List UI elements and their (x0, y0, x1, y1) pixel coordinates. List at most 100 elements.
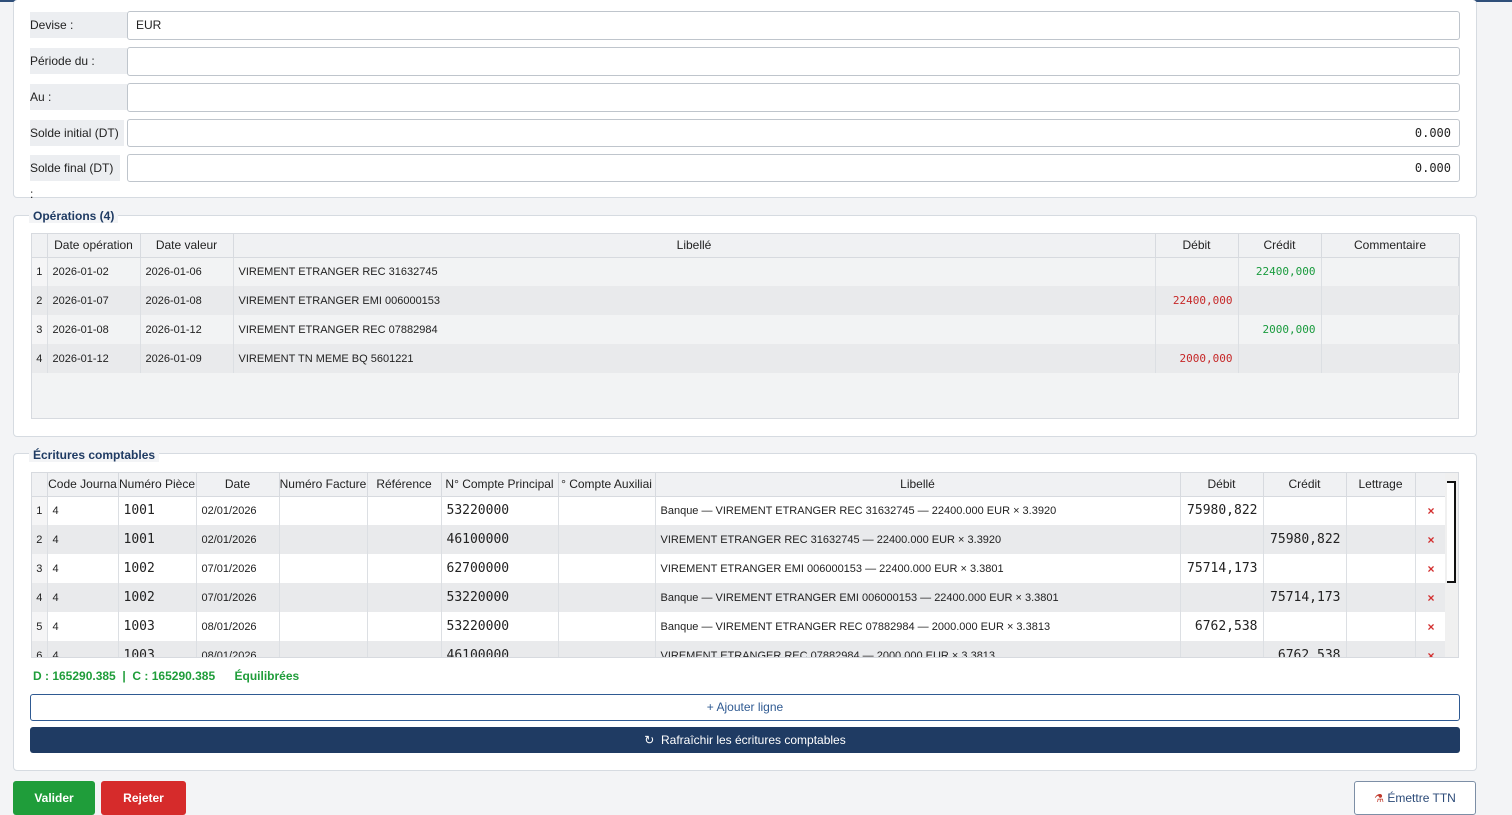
cell-compte-principal[interactable]: 53220000 (441, 496, 559, 525)
cell-libelle[interactable]: VIREMENT ETRANGER REC 07882984 (233, 315, 1156, 344)
col-header-commentaire[interactable]: Commentaire (1321, 234, 1460, 258)
cell-code-journal[interactable]: 4 (47, 641, 119, 657)
table-row[interactable]: 1 2026-01-02 2026-01-06 VIREMENT ETRANGE… (32, 257, 1460, 286)
col-header-credit[interactable]: Crédit (1263, 473, 1347, 497)
delete-row-icon[interactable]: × (1415, 583, 1448, 612)
cell-libelle[interactable]: Banque — VIREMENT ETRANGER EMI 006000153… (655, 583, 1181, 612)
cell-date[interactable]: 07/01/2026 (196, 554, 280, 583)
col-header-debit[interactable]: Débit (1180, 473, 1264, 497)
col-header-numero-piece[interactable]: Numéro Pièce (118, 473, 197, 497)
col-header-credit[interactable]: Crédit (1238, 234, 1322, 258)
cell-commentaire[interactable] (1321, 315, 1460, 344)
col-header-compte-principal[interactable]: N° Compte Principal (441, 473, 559, 497)
cell-numero-facture[interactable] (279, 641, 368, 657)
cell-credit[interactable]: 6762,538 (1263, 641, 1347, 657)
cell-credit[interactable]: 75714,173 (1263, 583, 1347, 612)
cell-reference[interactable] (367, 525, 442, 554)
cell-date[interactable]: 02/01/2026 (196, 496, 280, 525)
table-row[interactable]: 6 4 1003 08/01/2026 46100000 VIREMENT ET… (32, 641, 1448, 657)
cell-date-operation[interactable]: 2026-01-02 (47, 257, 141, 286)
cell-date[interactable]: 08/01/2026 (196, 641, 280, 657)
reject-button[interactable]: Rejeter (101, 781, 186, 815)
cell-credit[interactable] (1263, 554, 1347, 583)
cell-libelle[interactable]: VIREMENT ETRANGER REC 07882984 — 2000.00… (655, 641, 1181, 657)
cell-numero-facture[interactable] (279, 554, 368, 583)
cell-debit[interactable] (1180, 525, 1264, 554)
col-header-date[interactable]: Date (196, 473, 280, 497)
col-header-numero-facture[interactable]: Numéro Facture (279, 473, 368, 497)
cell-compte-auxiliaire[interactable] (558, 583, 656, 612)
cell-date[interactable]: 02/01/2026 (196, 525, 280, 554)
cell-numero-piece[interactable]: 1001 (118, 525, 197, 554)
cell-date-operation[interactable]: 2026-01-08 (47, 315, 141, 344)
table-row[interactable]: 5 4 1003 08/01/2026 53220000 Banque — VI… (32, 612, 1448, 641)
cell-credit[interactable] (1238, 286, 1322, 315)
cell-reference[interactable] (367, 612, 442, 641)
cell-reference[interactable] (367, 496, 442, 525)
devise-field[interactable]: EUR (127, 11, 1460, 40)
cell-numero-piece[interactable]: 1002 (118, 554, 197, 583)
cell-lettrage[interactable] (1346, 612, 1416, 641)
col-header-date-valeur[interactable]: Date valeur (140, 234, 234, 258)
cell-code-journal[interactable]: 4 (47, 583, 119, 612)
cell-compte-auxiliaire[interactable] (558, 641, 656, 657)
validate-button[interactable]: Valider (13, 781, 95, 815)
table-row[interactable]: 1 4 1001 02/01/2026 53220000 Banque — VI… (32, 496, 1448, 525)
cell-compte-auxiliaire[interactable] (558, 496, 656, 525)
delete-row-icon[interactable]: × (1415, 612, 1448, 641)
cell-libelle[interactable]: Banque — VIREMENT ETRANGER REC 31632745 … (655, 496, 1181, 525)
col-header-code-journal[interactable]: Code Journa (47, 473, 119, 497)
cell-reference[interactable] (367, 583, 442, 612)
cell-debit[interactable] (1155, 315, 1239, 344)
cell-date[interactable]: 08/01/2026 (196, 612, 280, 641)
cell-debit[interactable]: 6762,538 (1180, 612, 1264, 641)
col-header-debit[interactable]: Débit (1155, 234, 1239, 258)
table-row[interactable]: 4 4 1002 07/01/2026 53220000 Banque — VI… (32, 583, 1448, 612)
cell-debit[interactable]: 75980,822 (1180, 496, 1264, 525)
cell-lettrage[interactable] (1346, 583, 1416, 612)
col-header-libelle[interactable]: Libellé (233, 234, 1156, 258)
cell-date-operation[interactable]: 2026-01-07 (47, 286, 141, 315)
cell-debit[interactable]: 75714,173 (1180, 554, 1264, 583)
cell-code-journal[interactable]: 4 (47, 496, 119, 525)
col-header-libelle[interactable]: Libellé (655, 473, 1181, 497)
cell-libelle[interactable]: VIREMENT TN MEME BQ 5601221 (233, 344, 1156, 373)
col-header-reference[interactable]: Référence (367, 473, 442, 497)
cell-reference[interactable] (367, 554, 442, 583)
cell-libelle[interactable]: VIREMENT ETRANGER EMI 006000153 (233, 286, 1156, 315)
cell-code-journal[interactable]: 4 (47, 525, 119, 554)
cell-credit[interactable] (1263, 612, 1347, 641)
solde-initial-field[interactable]: 0.000 (127, 119, 1460, 147)
cell-numero-facture[interactable] (279, 496, 368, 525)
au-field[interactable] (127, 83, 1460, 112)
cell-debit[interactable]: 2000,000 (1155, 344, 1239, 373)
cell-commentaire[interactable] (1321, 286, 1460, 315)
cell-debit[interactable]: 22400,000 (1155, 286, 1239, 315)
emit-ttn-button[interactable]: ⚗ Émettre TTN (1354, 781, 1476, 815)
table-row[interactable]: 2 4 1001 02/01/2026 46100000 VIREMENT ET… (32, 525, 1448, 554)
delete-row-icon[interactable]: × (1415, 554, 1448, 583)
cell-code-journal[interactable]: 4 (47, 612, 119, 641)
cell-credit[interactable] (1263, 496, 1347, 525)
table-row[interactable]: 4 2026-01-12 2026-01-09 VIREMENT TN MEME… (32, 344, 1460, 373)
cell-libelle[interactable]: VIREMENT ETRANGER REC 31632745 — 22400.0… (655, 525, 1181, 554)
cell-compte-auxiliaire[interactable] (558, 525, 656, 554)
delete-row-icon[interactable]: × (1415, 496, 1448, 525)
cell-compte-principal[interactable]: 62700000 (441, 554, 559, 583)
cell-credit[interactable]: 75980,822 (1263, 525, 1347, 554)
cell-date-valeur[interactable]: 2026-01-12 (140, 315, 234, 344)
table-row[interactable]: 2 2026-01-07 2026-01-08 VIREMENT ETRANGE… (32, 286, 1460, 315)
cell-date[interactable]: 07/01/2026 (196, 583, 280, 612)
cell-debit[interactable] (1180, 641, 1264, 657)
cell-compte-principal[interactable]: 53220000 (441, 583, 559, 612)
cell-date-valeur[interactable]: 2026-01-06 (140, 257, 234, 286)
solde-final-field[interactable]: 0.000 (127, 154, 1460, 182)
cell-credit[interactable] (1238, 344, 1322, 373)
table-row[interactable]: 3 4 1002 07/01/2026 62700000 VIREMENT ET… (32, 554, 1448, 583)
vertical-scrollbar[interactable] (1445, 473, 1458, 657)
cell-debit[interactable] (1155, 257, 1239, 286)
cell-lettrage[interactable] (1346, 641, 1416, 657)
cell-commentaire[interactable] (1321, 257, 1460, 286)
add-line-button[interactable]: + Ajouter ligne (30, 694, 1460, 721)
cell-lettrage[interactable] (1346, 554, 1416, 583)
